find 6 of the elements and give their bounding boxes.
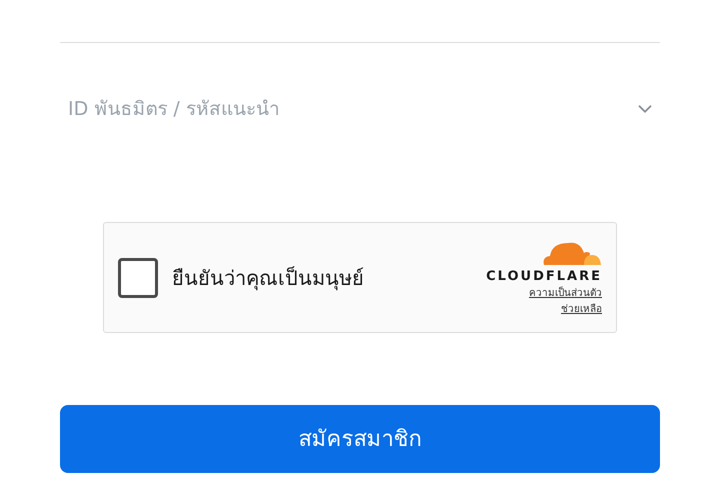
captcha-link[interactable]: ความเป็นส่วนตัว <box>529 286 602 302</box>
brand-name: CLOUDFLARE <box>486 268 602 286</box>
captcha-label: ยืนยันว่าคุณเป็นมนุษย์ <box>172 264 364 292</box>
signup-button[interactable]: สมัครสมาชิก <box>60 405 660 473</box>
captcha-link[interactable]: ช่วยเหลือ <box>561 302 602 318</box>
checkbox[interactable] <box>118 258 158 298</box>
